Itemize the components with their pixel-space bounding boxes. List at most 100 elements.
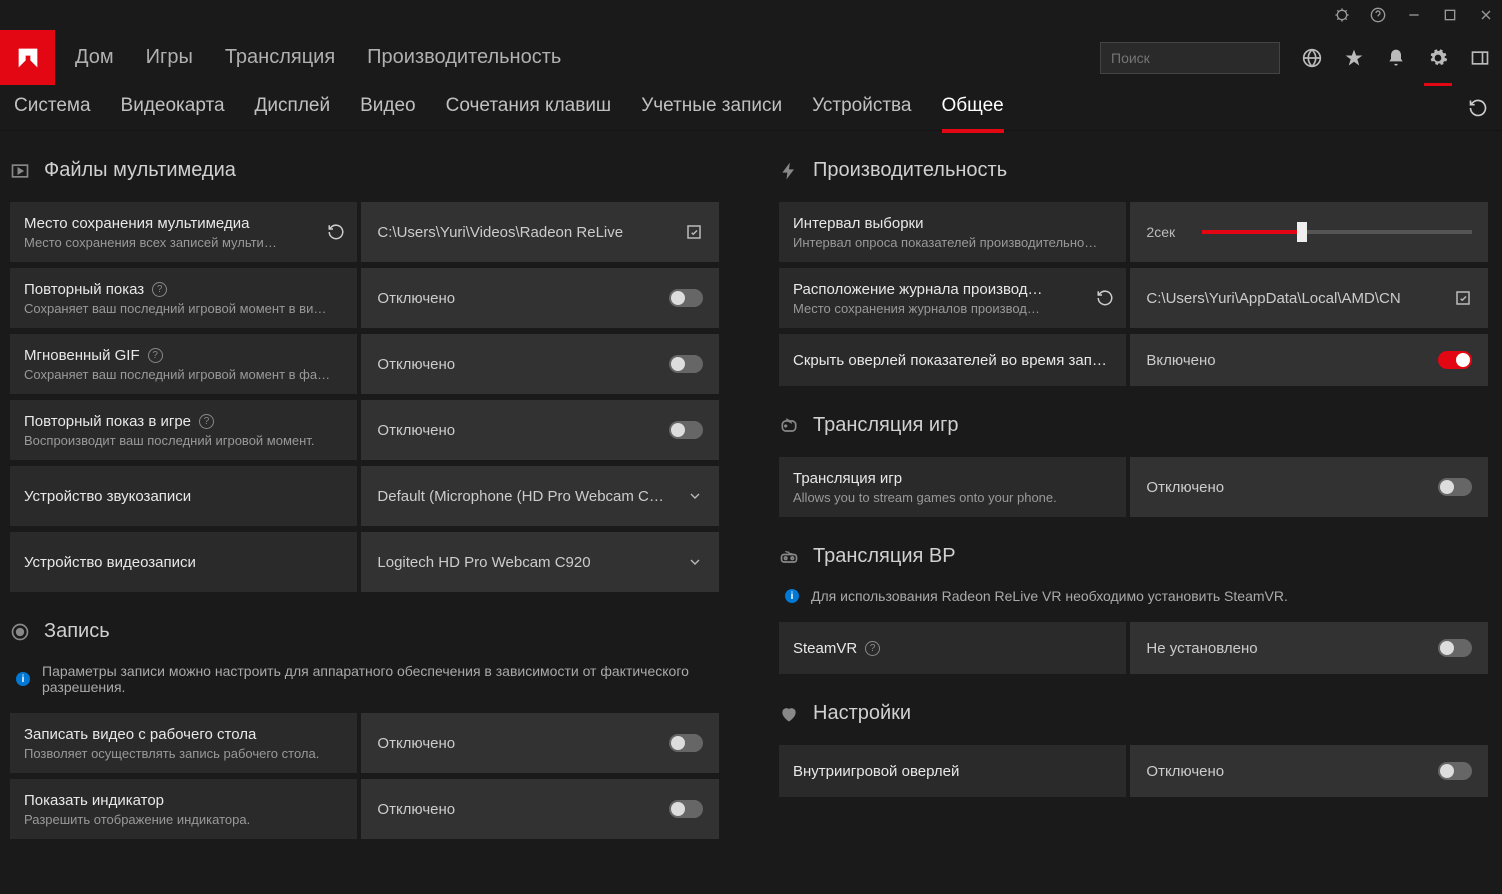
tab-general[interactable]: Общее (942, 95, 1004, 121)
chevron-down-icon (687, 488, 703, 504)
ingame-replay-label: Повторный показ в игре? (24, 413, 343, 430)
settings-icon[interactable] (1428, 48, 1448, 68)
setting-media-path: Место сохранения мультимедиа Место сохра… (10, 202, 719, 262)
reset-icon[interactable] (327, 223, 345, 241)
bug-icon[interactable] (1334, 7, 1350, 23)
video-device-select[interactable]: Logitech HD Pro Webcam C920 (361, 532, 719, 592)
nav-performance[interactable]: Производительность (367, 46, 561, 69)
record-icon (10, 622, 30, 642)
setting-desktop-rec: Записать видео с рабочего стола Позволяе… (10, 713, 719, 773)
section-media: Файлы мультимедиа (10, 159, 719, 182)
nav-home[interactable]: Дом (75, 46, 114, 69)
steamvr-value: Не установлено (1146, 640, 1438, 657)
hide-overlay-value: Включено (1146, 352, 1438, 369)
desktop-rec-toggle[interactable] (669, 734, 703, 752)
minimize-icon[interactable] (1406, 7, 1422, 23)
close-icon[interactable] (1478, 7, 1494, 23)
media-path-value-box[interactable]: C:\Users\Yuri\Videos\Radeon ReLive (361, 202, 719, 262)
maximize-icon[interactable] (1442, 7, 1458, 23)
desktop-rec-value: Отключено (377, 735, 669, 752)
ingame-overlay-toggle[interactable] (1438, 762, 1472, 780)
indicator-label: Показать индикатор (24, 792, 343, 809)
reset-icon[interactable] (1096, 289, 1114, 307)
media-path-value: C:\Users\Yuri\Videos\Radeon ReLive (377, 224, 677, 241)
gamepad-icon (779, 416, 799, 436)
replay-toggle[interactable] (669, 289, 703, 307)
ingame-replay-value: Отключено (377, 422, 669, 439)
gif-label: Мгновенный GIF? (24, 347, 343, 364)
indicator-value: Отключено (377, 801, 669, 818)
setting-ingame-overlay: Внутриигровой оверлей Отключено (779, 745, 1488, 797)
gamestream-toggle[interactable] (1438, 478, 1472, 496)
help-icon[interactable]: ? (152, 282, 167, 297)
heart-icon (779, 704, 799, 724)
help-icon[interactable] (1370, 7, 1386, 23)
replay-value: Отключено (377, 290, 669, 307)
vr-info: i Для использования Radeon ReLive VR нео… (779, 588, 1488, 604)
main-nav: Дом Игры Трансляция Производительность (75, 46, 561, 69)
gamestream-desc: Allows you to stream games onto your pho… (793, 490, 1112, 505)
help-icon[interactable]: ? (199, 414, 214, 429)
tab-hotkeys[interactable]: Сочетания клавиш (446, 95, 612, 121)
gamestream-label: Трансляция игр (793, 470, 1112, 487)
bell-icon[interactable] (1386, 48, 1406, 68)
slider-thumb[interactable] (1297, 222, 1307, 242)
reset-all-icon[interactable] (1468, 98, 1488, 118)
perflog-desc: Место сохранения журналов производ… (793, 301, 1082, 316)
sampling-slider[interactable]: 2сек (1146, 224, 1472, 240)
gif-toggle[interactable] (669, 355, 703, 373)
section-record-title: Запись (44, 620, 110, 643)
edit-icon[interactable] (685, 223, 703, 241)
audio-device-value: Default (Microphone (HD Pro Webcam C… (377, 488, 679, 505)
search-input[interactable] (1111, 50, 1292, 66)
setting-indicator: Показать индикатор Разрешить отображение… (10, 779, 719, 839)
tab-devices[interactable]: Устройства (812, 95, 911, 121)
help-icon[interactable]: ? (865, 641, 880, 656)
chevron-down-icon (687, 554, 703, 570)
setting-instant-gif: Мгновенный GIF? Сохраняет ваш последний … (10, 334, 719, 394)
info-icon: i (16, 672, 30, 686)
perflog-value-box[interactable]: C:\Users\Yuri\AppData\Local\AMD\CN (1130, 268, 1488, 328)
record-info-text: Параметры записи можно настроить для апп… (42, 663, 713, 695)
edit-icon[interactable] (1454, 289, 1472, 307)
audio-device-select[interactable]: Default (Microphone (HD Pro Webcam C… (361, 466, 719, 526)
tab-system[interactable]: Система (14, 95, 91, 121)
help-icon[interactable]: ? (148, 348, 163, 363)
ingame-replay-desc: Воспроизводит ваш последний игровой моме… (24, 433, 343, 448)
top-bar: Дом Игры Трансляция Производительность (0, 30, 1502, 85)
replay-desc: Сохраняет ваш последний игровой момент в… (24, 301, 343, 316)
nav-stream[interactable]: Трансляция (225, 46, 335, 69)
hide-overlay-toggle[interactable] (1438, 351, 1472, 369)
record-info: i Параметры записи можно настроить для а… (10, 663, 719, 695)
vr-info-text: Для использования Radeon ReLive VR необх… (811, 588, 1288, 604)
steamvr-label: SteamVR? (793, 640, 1112, 657)
nav-games[interactable]: Игры (146, 46, 193, 69)
section-performance: Производительность (779, 159, 1488, 182)
indicator-toggle[interactable] (669, 800, 703, 818)
steamvr-toggle[interactable] (1438, 639, 1472, 657)
ingame-replay-toggle[interactable] (669, 421, 703, 439)
section-record: Запись (10, 620, 719, 643)
tab-accounts[interactable]: Учетные записи (641, 95, 782, 121)
section-perf-title: Производительность (813, 159, 1007, 182)
setting-hide-overlay: Скрыть оверлей показателей во время зап…… (779, 334, 1488, 386)
tab-video[interactable]: Видео (360, 95, 416, 121)
gif-desc: Сохраняет ваш последний игровой момент в… (24, 367, 343, 382)
ingame-overlay-value: Отключено (1146, 763, 1438, 780)
settings-tabs: Система Видеокарта Дисплей Видео Сочетан… (0, 85, 1502, 131)
globe-icon[interactable] (1302, 48, 1322, 68)
gamestream-value: Отключено (1146, 479, 1438, 496)
tab-display[interactable]: Дисплей (255, 95, 331, 121)
amd-logo (0, 30, 55, 85)
search-box[interactable] (1100, 42, 1280, 74)
audio-device-label: Устройство звукозаписи (24, 488, 343, 505)
tab-gpu[interactable]: Видеокарта (121, 95, 225, 121)
setting-perf-log: Расположение журнала производ… Место сох… (779, 268, 1488, 328)
setting-gamestream: Трансляция игр Allows you to stream game… (779, 457, 1488, 517)
settings-content: Файлы мультимедиа Место сохранения мульт… (0, 131, 1502, 894)
sidebar-icon[interactable] (1470, 48, 1490, 68)
setting-audio-device: Устройство звукозаписи Default (Micropho… (10, 466, 719, 526)
setting-video-device: Устройство видеозаписи Logitech HD Pro W… (10, 532, 719, 592)
perflog-label: Расположение журнала производ… (793, 281, 1082, 298)
star-icon[interactable] (1344, 48, 1364, 68)
